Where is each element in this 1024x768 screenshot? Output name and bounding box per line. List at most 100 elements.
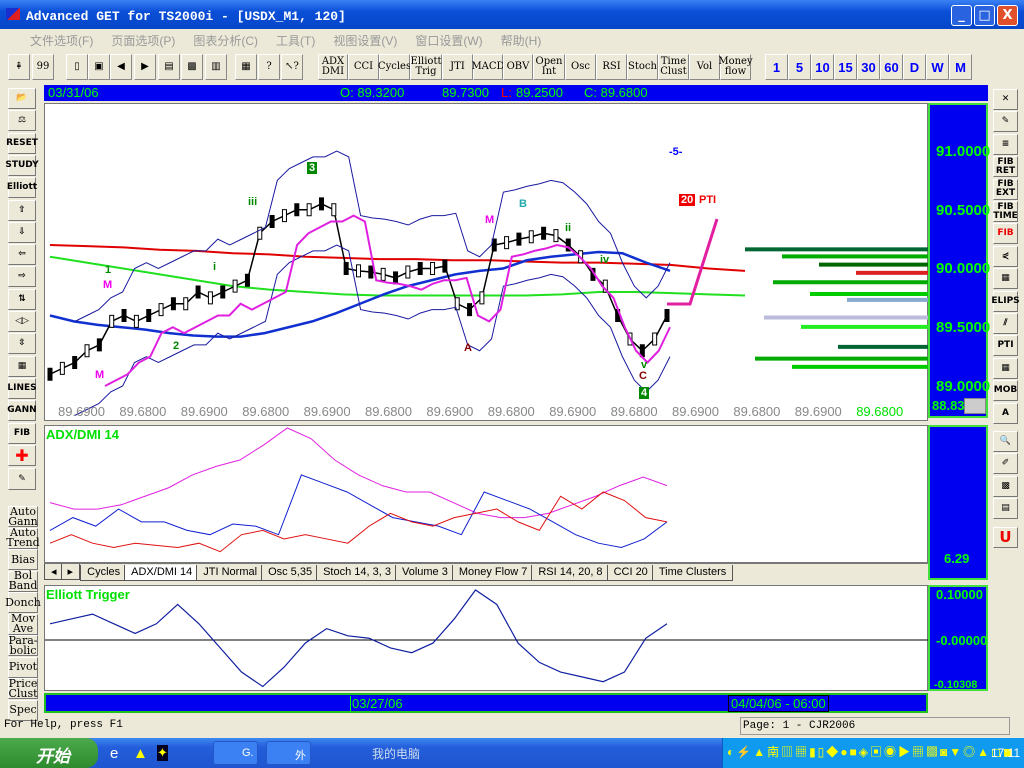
list-icon[interactable]: ▤: [993, 498, 1018, 520]
mob-button[interactable]: MOB: [993, 380, 1018, 402]
properties-icon[interactable]: ✎: [8, 468, 36, 490]
copy-icon[interactable]: ▤: [158, 54, 180, 80]
arrow-left-icon[interactable]: ⇦: [8, 244, 36, 266]
arrow-right-icon[interactable]: ⇨: [8, 266, 36, 288]
study-mov-ave-button[interactable]: Mov Ave: [8, 613, 38, 635]
pti-button[interactable]: PTI: [993, 335, 1018, 357]
timeframe-button-1[interactable]: 1: [765, 54, 788, 80]
menu-tools[interactable]: 工具(T): [276, 34, 315, 48]
magnet-icon[interactable]: U: [993, 526, 1018, 548]
study-button-open-int[interactable]: Open Int: [533, 54, 565, 80]
fib-ext-button[interactable]: FIB EXT: [993, 178, 1018, 200]
fit-icon[interactable]: ⇞: [8, 54, 30, 80]
study-auto-gann-button[interactable]: Auto Gann: [8, 506, 38, 527]
ellipse-button[interactable]: ELIPS: [991, 290, 1020, 312]
price-chart-panel[interactable]: 3 4 -5- 20 PTI A B C 1 2 M M Miii iv ii i v: [44, 103, 929, 422]
tab-cci-20[interactable]: CCI 20: [606, 565, 655, 581]
start-button[interactable]: 开始: [0, 738, 98, 768]
study-auto-trend-button[interactable]: Auto Trend: [6, 527, 40, 549]
print-icon[interactable]: ▦: [235, 54, 257, 80]
menu-file[interactable]: 文件选项(F): [30, 34, 93, 48]
text-button[interactable]: A: [993, 402, 1018, 424]
reset-button[interactable]: RESET: [6, 132, 38, 154]
fan-lines-icon[interactable]: ⋞: [993, 245, 1018, 267]
minimize-button[interactable]: _: [951, 5, 972, 26]
quote-icon[interactable]: 99: [32, 54, 54, 80]
menu-view[interactable]: 视图设置(V): [333, 34, 397, 48]
tab-adx-dmi-14[interactable]: ADX/DMI 14: [124, 565, 200, 581]
tab-volume-3[interactable]: Volume 3: [394, 565, 455, 581]
menu-chart[interactable]: 图表分析(C): [193, 34, 258, 48]
expand-horizontal-icon[interactable]: ◁▷: [8, 311, 36, 332]
expand-vertical-icon[interactable]: ⇳: [8, 333, 36, 355]
study-button-macd[interactable]: MACD: [471, 54, 505, 80]
study-price-clust-button[interactable]: Price Clust: [8, 678, 38, 699]
lines-button[interactable]: LINES: [7, 377, 37, 399]
elliott-button[interactable]: Elliott: [7, 177, 37, 199]
study-button-stoch[interactable]: Stoch: [627, 54, 658, 80]
fib-arc-button[interactable]: FIB: [993, 223, 1018, 245]
study-button-osc[interactable]: Osc: [565, 54, 596, 80]
tab-cycles[interactable]: Cycles: [80, 565, 128, 581]
price-chart[interactable]: [45, 104, 929, 422]
fib-ret-button[interactable]: FIB RET: [993, 156, 1018, 178]
study-button-time-clust[interactable]: Time Clust: [658, 54, 689, 80]
tab-jti-normal[interactable]: JTI Normal: [196, 565, 265, 581]
fib-button[interactable]: FIB: [8, 422, 36, 444]
forward-icon[interactable]: ▶: [134, 54, 156, 80]
study-button-cci[interactable]: CCI: [348, 54, 379, 80]
arrow-down-icon[interactable]: ⇩: [8, 221, 36, 243]
adx-panel[interactable]: ADX/DMI 14: [44, 425, 928, 563]
grid-icon[interactable]: ▦: [993, 268, 1018, 290]
paste-icon[interactable]: ▥: [205, 54, 227, 80]
help-icon[interactable]: ?: [258, 54, 280, 80]
timeframe-button-15[interactable]: 15: [834, 54, 857, 80]
study-donch-button[interactable]: Donch: [5, 592, 41, 613]
tab-money-flow-7[interactable]: Money Flow 7: [451, 565, 535, 581]
new-icon[interactable]: ▯: [66, 54, 88, 80]
timeframe-button-5[interactable]: 5: [788, 54, 811, 80]
close-x-icon[interactable]: ✕: [993, 89, 1018, 110]
parallel-lines-icon[interactable]: ⫽: [993, 313, 1018, 334]
delete-icon[interactable]: ▩: [181, 54, 203, 80]
timeframe-button-30[interactable]: 30: [857, 54, 880, 80]
elliott-panel[interactable]: Elliott Trigger: [44, 585, 929, 691]
ie-icon[interactable]: e: [110, 745, 118, 762]
study-button-adx-dmi[interactable]: ADX DMI: [318, 54, 348, 80]
tab-stoch-14-3-3[interactable]: Stoch 14, 3, 3: [316, 565, 398, 581]
timeframe-button-60[interactable]: 60: [880, 54, 903, 80]
balance-icon[interactable]: ⚖: [8, 110, 36, 132]
study-button-cycles[interactable]: Cycles: [378, 54, 411, 80]
tab-time-clusters[interactable]: Time Clusters: [651, 565, 734, 581]
study-button-jti[interactable]: JTI: [442, 54, 473, 80]
study-para-bolic-button[interactable]: Para-bolic: [8, 635, 38, 656]
taskbar-item[interactable]: 外: [266, 741, 311, 765]
grid-icon[interactable]: ▦: [8, 355, 36, 377]
maximize-button[interactable]: □: [974, 5, 995, 26]
scale-icon[interactable]: [964, 398, 986, 414]
context-help-icon[interactable]: ↖?: [281, 54, 303, 80]
timeframe-button-10[interactable]: 10: [811, 54, 834, 80]
study-button-money-flow[interactable]: Money flow: [718, 54, 753, 80]
timeframe-button-W[interactable]: W: [926, 54, 949, 80]
fib-time-button[interactable]: FIB TIME: [993, 201, 1018, 222]
taskbar-item[interactable]: G.: [213, 741, 258, 765]
tab-rsi-14-20-8[interactable]: RSI 14, 20, 8: [531, 565, 610, 581]
pencil-icon[interactable]: ✎: [993, 111, 1018, 133]
study-pivot-button[interactable]: Pivot: [8, 656, 38, 678]
zoom-icon[interactable]: 🔍: [993, 431, 1018, 452]
study-button-obv[interactable]: OBV: [503, 54, 533, 80]
save-icon[interactable]: ▣: [88, 54, 110, 80]
study-button-vol[interactable]: Vol: [689, 54, 720, 80]
study-button-rsi[interactable]: RSI: [596, 54, 627, 80]
vlc-icon[interactable]: ▲: [133, 745, 148, 762]
pattern-icon[interactable]: ▩: [993, 475, 1018, 497]
study-button[interactable]: STUDY: [5, 154, 39, 176]
channel-lines-icon[interactable]: ≡: [993, 133, 1018, 155]
compress-vertical-icon[interactable]: ⇅: [8, 288, 36, 310]
timeframe-button-D[interactable]: D: [903, 54, 926, 80]
date-bar[interactable]: 03/27/06 04/04/06 - 06:00: [44, 693, 928, 713]
back-icon[interactable]: ◀: [110, 54, 132, 80]
table-icon[interactable]: ▦: [993, 357, 1018, 379]
gann-button[interactable]: GANN: [7, 400, 37, 422]
